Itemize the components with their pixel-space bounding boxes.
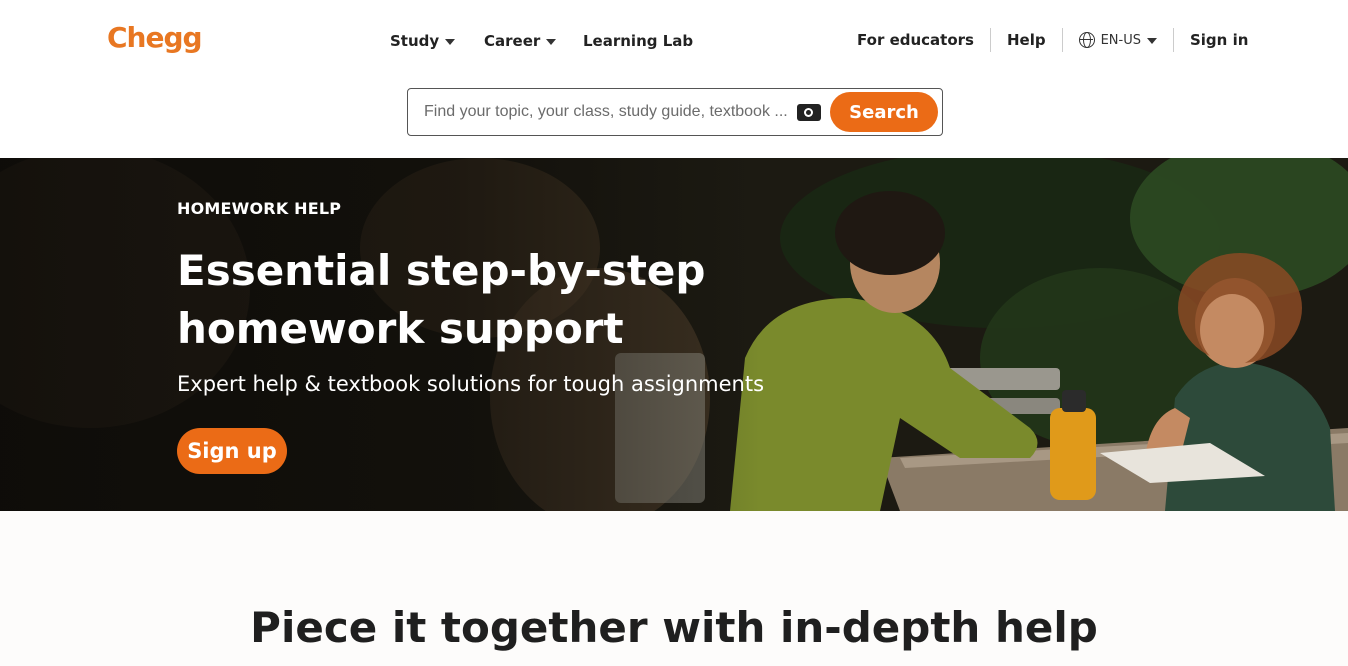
nav-study[interactable]: Study	[390, 32, 484, 50]
language-label: EN-US	[1100, 32, 1141, 48]
section-title: Piece it together with in-depth help	[250, 603, 1098, 652]
nav-study-label: Study	[390, 32, 440, 50]
nav-career[interactable]: Career	[484, 32, 583, 50]
nav-divider	[1172, 28, 1174, 52]
search-bar: Search	[407, 88, 943, 136]
search-button[interactable]: Search	[830, 92, 938, 132]
nav-learning-lab[interactable]: Learning Lab	[583, 32, 693, 50]
chevron-down-icon	[546, 38, 557, 45]
chevron-down-icon	[1146, 37, 1157, 44]
nav-divider	[989, 28, 991, 52]
nav-career-label: Career	[484, 32, 541, 50]
hero-banner: HOMEWORK HELP Essential step-by-step hom…	[0, 158, 1348, 511]
nav-learning-lab-label: Learning Lab	[583, 32, 694, 50]
chevron-down-icon	[445, 38, 456, 45]
hero-subhead: Expert help & textbook solutions for tou…	[177, 372, 765, 396]
main-nav: Study Career Learning Lab	[390, 30, 693, 52]
site-header: Chegg Study Career Learning Lab For educ…	[0, 0, 1348, 158]
camera-icon[interactable]	[797, 104, 821, 121]
hero-kicker: HOMEWORK HELP	[177, 199, 342, 218]
chegg-logo[interactable]: Chegg	[107, 21, 203, 54]
for-educators-link[interactable]: For educators	[857, 31, 974, 49]
globe-icon	[1078, 32, 1095, 48]
hero-headline: Essential step-by-step homework support	[177, 246, 706, 353]
sign-in-link[interactable]: Sign in	[1190, 31, 1248, 49]
sign-up-button[interactable]: Sign up	[177, 428, 287, 474]
search-input[interactable]	[424, 103, 799, 121]
utility-nav: For educators Help EN-US Sign in	[857, 28, 1248, 52]
nav-divider	[1061, 28, 1063, 52]
help-link[interactable]: Help	[1007, 31, 1046, 49]
language-selector[interactable]: EN-US	[1078, 32, 1157, 48]
